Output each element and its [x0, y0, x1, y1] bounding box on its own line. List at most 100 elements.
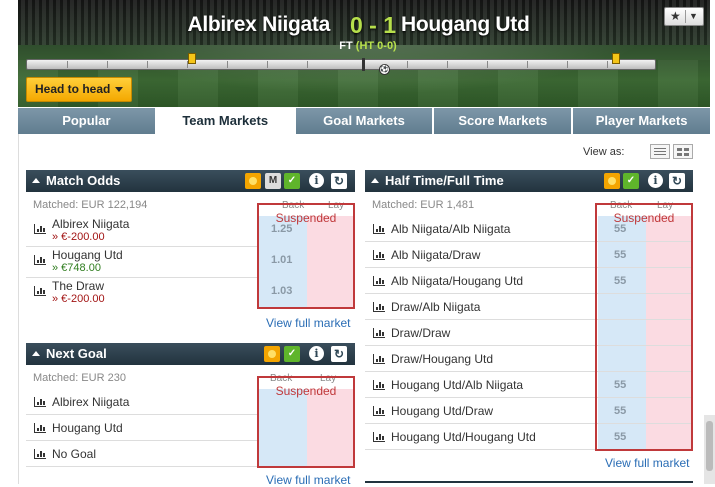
match-status: FT (HT 0-0) — [308, 40, 428, 52]
favorite-button[interactable]: ★ ▼ — [664, 7, 704, 26]
suspended-overlay: Suspended — [257, 203, 355, 309]
chevron-down-icon: ▼ — [689, 11, 698, 21]
runner-name: Alb Niigata/Draw — [391, 248, 481, 262]
chevron-down-icon — [115, 87, 123, 92]
away-team-name: Hougang Utd — [401, 13, 530, 36]
full-time-label: FT — [339, 40, 353, 52]
runner-name: Alb Niigata/Alb Niigata — [391, 222, 511, 236]
yellow-card-icon[interactable] — [188, 53, 196, 64]
suspended-overlay: Suspended — [257, 376, 355, 468]
collapse-icon — [32, 351, 40, 356]
timeline-tick — [147, 61, 148, 68]
chart-icon[interactable] — [373, 276, 385, 286]
runner-name: Draw/Alb Niigata — [391, 300, 481, 314]
info-icon[interactable]: i — [309, 346, 324, 361]
htft-header[interactable]: Half Time/Full Time ✓ i ↻ — [365, 170, 693, 192]
star-icon: ★ — [670, 9, 681, 23]
timeline-tick — [407, 61, 408, 68]
runner-name: Draw/Draw — [391, 326, 451, 340]
scrollbar-thumb[interactable] — [706, 421, 713, 471]
suspended-label: Suspended — [275, 384, 337, 398]
runner-name: The Draw — [52, 279, 105, 293]
htft-panel: Half Time/Full Time ✓ i ↻ Matched: EUR 1… — [365, 170, 693, 484]
suspended-overlay: Suspended — [595, 203, 693, 451]
half-time-score: (HT 0-0) — [355, 40, 397, 52]
view-full-market-link[interactable]: View full market — [605, 456, 689, 470]
market-tabs: Popular Team Markets Goal Markets Score … — [18, 108, 710, 134]
grid-view-icon[interactable] — [673, 144, 693, 159]
collapse-icon — [371, 178, 379, 183]
suspended-label: Suspended — [275, 211, 337, 225]
head-to-head-label: Head to head — [35, 82, 111, 96]
list-view-icon[interactable] — [650, 144, 670, 159]
timeline-tick — [267, 61, 268, 68]
check-icon: ✓ — [623, 173, 639, 189]
timeline-tick — [307, 61, 308, 68]
runner-name: Alb Niigata/Hougang Utd — [391, 274, 524, 288]
runner-profit-loss: » €748.00 — [52, 262, 101, 274]
check-icon: ✓ — [284, 173, 300, 189]
chart-icon[interactable] — [373, 354, 385, 364]
match-timeline[interactable] — [26, 53, 656, 71]
refresh-icon[interactable]: ↻ — [331, 346, 347, 362]
in-play-icon — [264, 346, 280, 362]
match-header: Albirex Niigata 0 - 1 Hougang Utd FT (HT… — [18, 0, 710, 107]
chart-icon[interactable] — [34, 397, 46, 407]
chart-icon[interactable] — [373, 302, 385, 312]
htft-title: Half Time/Full Time — [385, 173, 504, 188]
runner-name: Hougang Utd/Draw — [391, 404, 494, 418]
timeline-tick — [67, 61, 68, 68]
runner-name: No Goal — [52, 447, 97, 461]
refresh-icon[interactable]: ↻ — [331, 173, 347, 189]
next-goal-title: Next Goal — [46, 346, 107, 361]
runner-name: Hougang Utd — [52, 248, 123, 262]
collapse-icon — [32, 178, 40, 183]
page-scrollbar[interactable] — [704, 415, 715, 484]
chart-icon[interactable] — [34, 449, 46, 459]
view-as-label: View as: — [583, 146, 625, 158]
tab-goal-markets[interactable]: Goal Markets — [295, 108, 435, 134]
runner-name: Albirex Niigata — [52, 395, 130, 409]
refresh-icon[interactable]: ↻ — [669, 173, 685, 189]
timeline-tick — [227, 61, 228, 68]
home-team-name: Albirex Niigata — [187, 13, 330, 36]
runner-profit-loss: » €-200.00 — [52, 293, 105, 305]
chart-icon[interactable] — [373, 328, 385, 338]
view-full-market-link[interactable]: View full market — [266, 316, 350, 330]
timeline-tick — [487, 61, 488, 68]
info-icon[interactable]: i — [309, 173, 324, 188]
match-odds-header[interactable]: Match Odds M ✓ i ↻ — [26, 170, 355, 192]
goal-ball-icon[interactable]: ⚽ — [379, 64, 390, 75]
chart-icon[interactable] — [34, 255, 46, 265]
matched-amount: Matched: EUR 230 — [33, 372, 126, 384]
chart-icon[interactable] — [34, 286, 46, 296]
tab-popular[interactable]: Popular — [18, 108, 157, 134]
runner-name: Hougang Utd/Alb Niigata — [391, 378, 524, 392]
chart-icon[interactable] — [373, 224, 385, 234]
info-icon[interactable]: i — [648, 173, 663, 188]
tab-team-markets[interactable]: Team Markets — [156, 108, 296, 134]
runner-profit-loss: » €-200.00 — [52, 231, 105, 243]
matched-amount: Matched: EUR 122,194 — [33, 199, 148, 211]
match-odds-panel: Match Odds M ✓ i ↻ Matched: EUR 122,194 … — [26, 170, 355, 330]
chart-icon[interactable] — [34, 224, 46, 234]
timeline-tick — [607, 61, 608, 68]
head-to-head-button[interactable]: Head to head — [26, 77, 132, 102]
chart-icon[interactable] — [373, 432, 385, 442]
runner-name: Albirex Niigata — [52, 217, 130, 231]
in-play-icon — [245, 173, 261, 189]
yellow-card-icon[interactable] — [612, 53, 620, 64]
tab-score-markets[interactable]: Score Markets — [434, 108, 574, 134]
next-goal-header[interactable]: Next Goal ✓ i ↻ — [26, 343, 355, 365]
runner-name: Hougang Utd/Hougang Utd — [391, 430, 536, 444]
chart-icon[interactable] — [34, 423, 46, 433]
suspended-label: Suspended — [613, 211, 675, 225]
timeline-tick — [527, 61, 528, 68]
runner-name: Draw/Hougang Utd — [391, 352, 494, 366]
chart-icon[interactable] — [373, 250, 385, 260]
tab-player-markets[interactable]: Player Markets — [573, 108, 710, 134]
chart-icon[interactable] — [373, 380, 385, 390]
chart-icon[interactable] — [373, 406, 385, 416]
check-icon: ✓ — [284, 346, 300, 362]
view-full-market-link[interactable]: View full market — [266, 473, 350, 487]
